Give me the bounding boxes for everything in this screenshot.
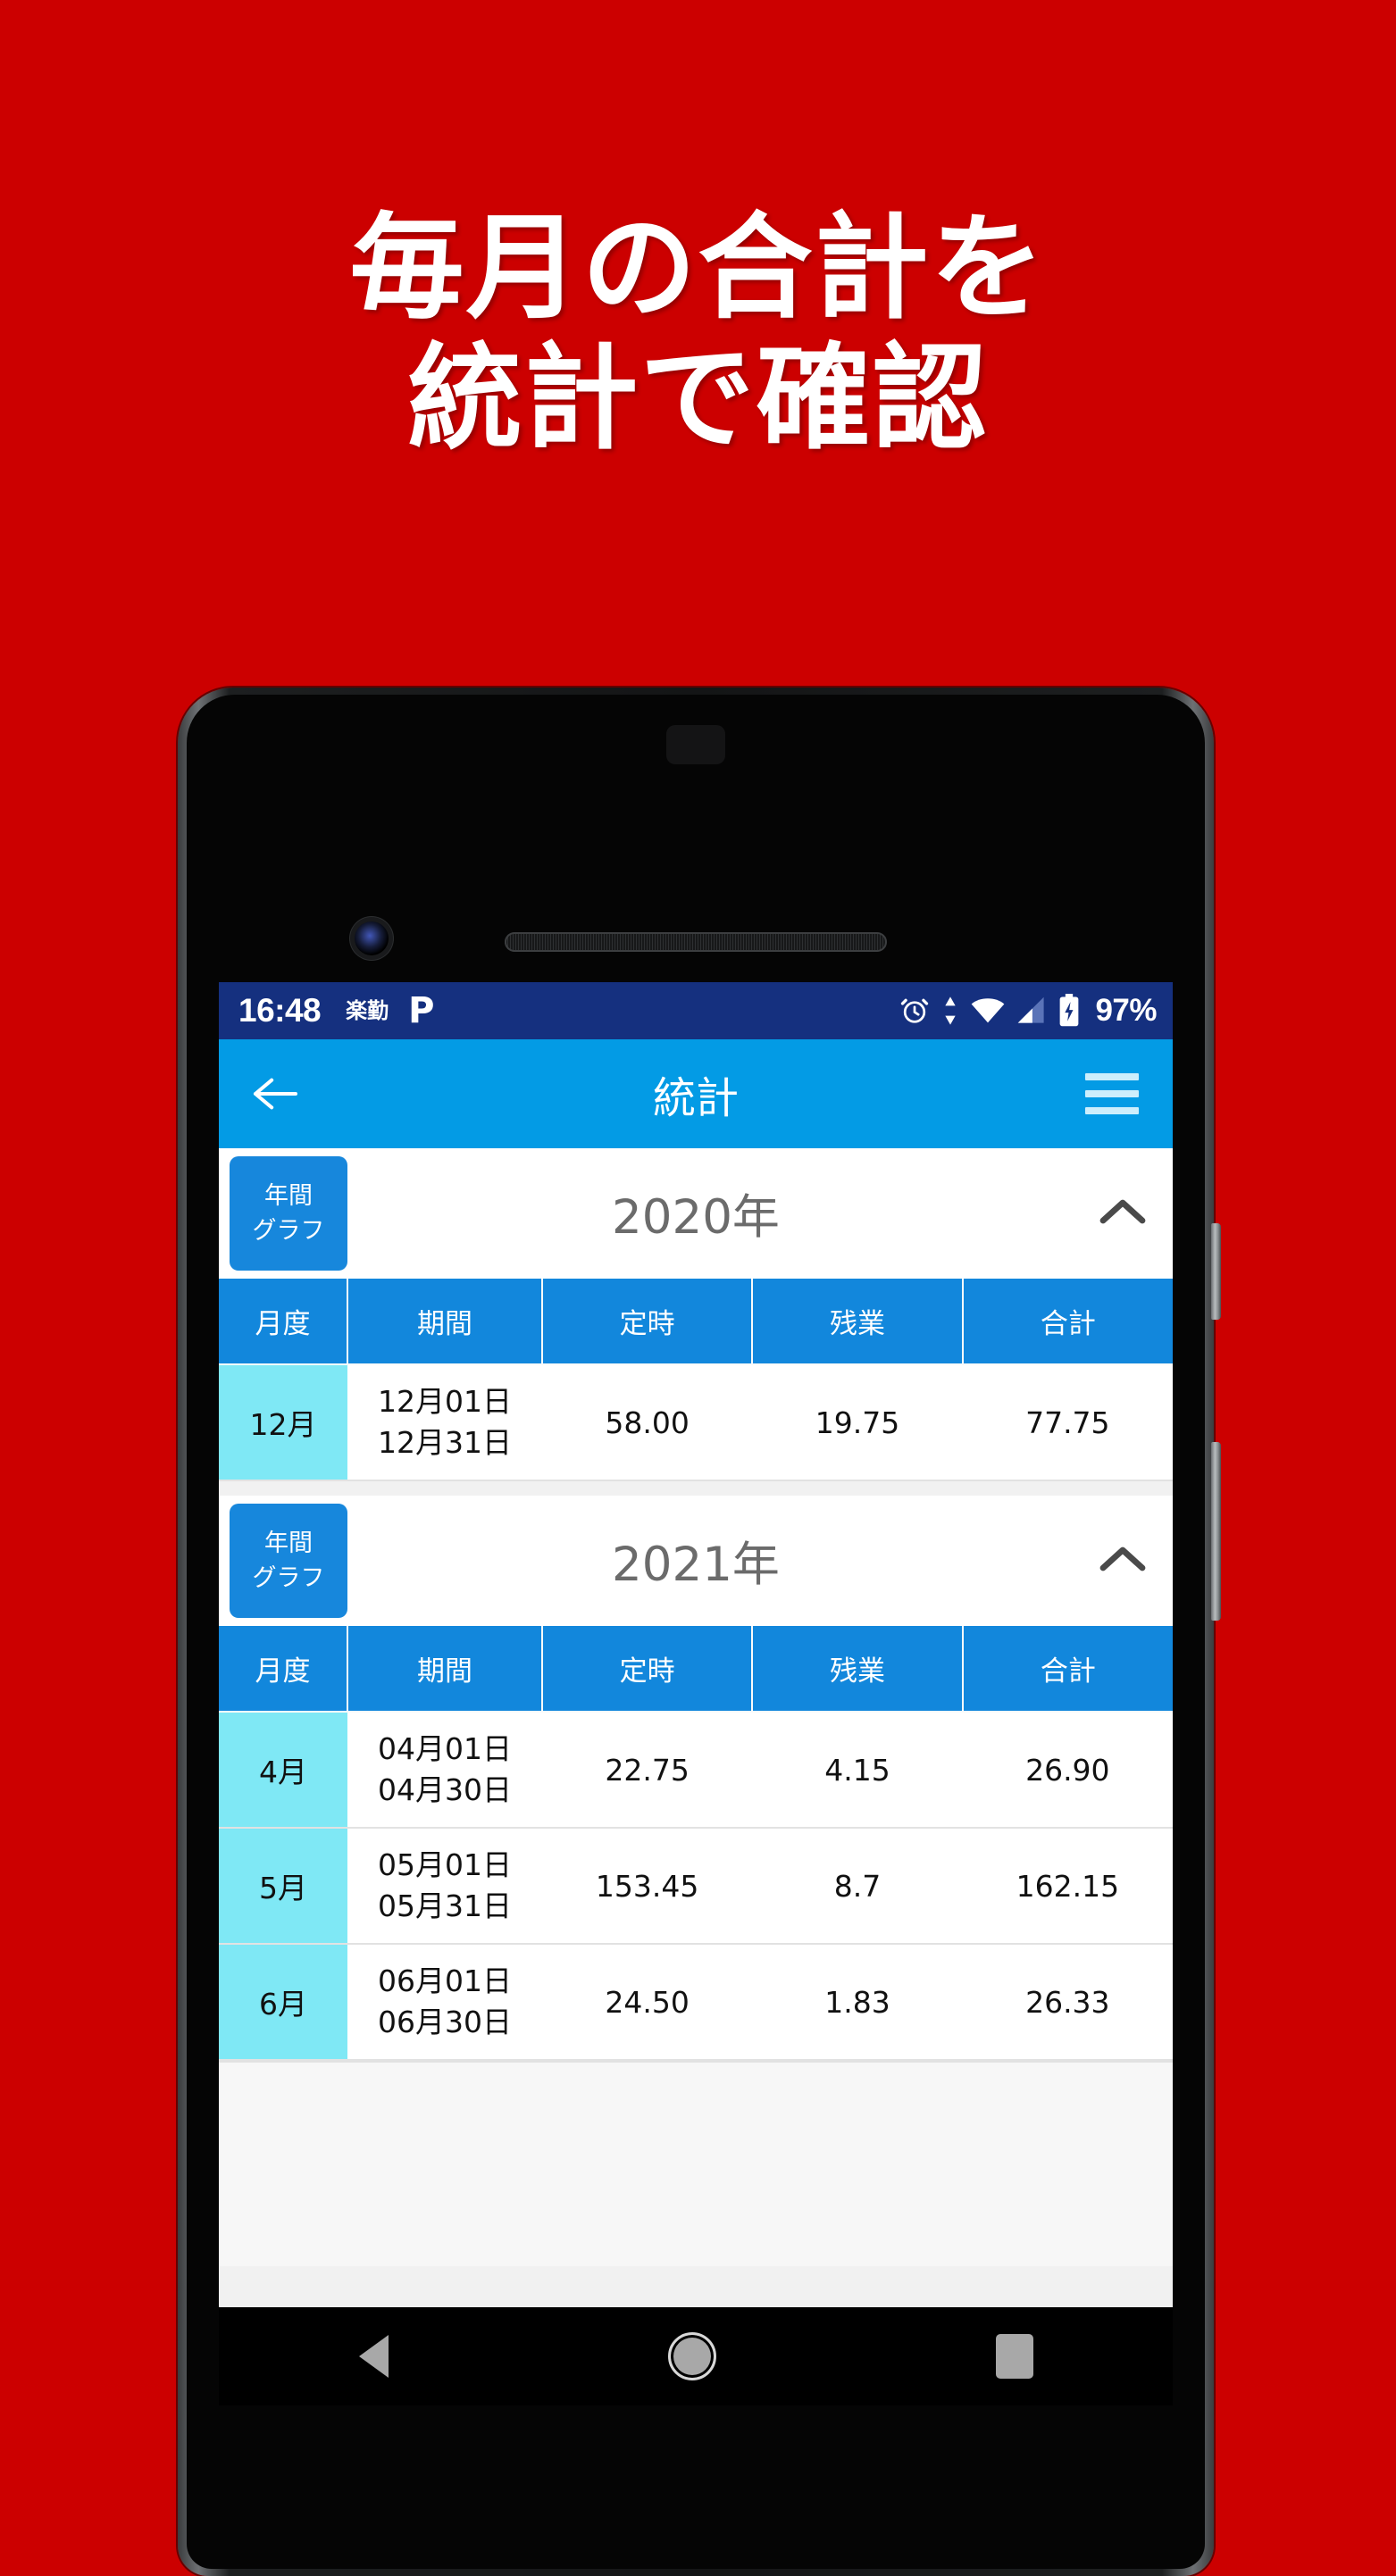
cell-overtime: 19.75 — [752, 1364, 963, 1481]
battery-percentage: 97% — [1095, 993, 1157, 1028]
cell-period-start: 05月01日 — [378, 1847, 512, 1883]
status-bar-notification-icons: 楽勤 P — [346, 993, 434, 1029]
parking-icon: P — [408, 990, 435, 1031]
cell-regular: 22.75 — [542, 1712, 753, 1829]
cell-period-end: 05月31日 — [378, 1888, 512, 1923]
column-header-month: 月度 — [219, 1279, 348, 1365]
section-divider — [219, 1481, 1173, 1496]
cell-month: 6月 — [219, 1944, 347, 2061]
annual-graph-button-line1: 年間 — [264, 1529, 313, 1557]
nav-back-triangle-icon[interactable] — [358, 2335, 389, 2378]
cell-period: 12月01日 12月31日 — [347, 1364, 542, 1481]
cell-total: 162.15 — [962, 1828, 1173, 1945]
volume-button[interactable] — [1211, 1442, 1221, 1621]
chevron-up-icon[interactable] — [1096, 1541, 1149, 1581]
cell-period-end: 12月31日 — [378, 1425, 512, 1460]
column-header-total: 合計 — [962, 1279, 1173, 1365]
cell-period-start: 06月01日 — [378, 1963, 512, 1999]
hamburger-menu-icon[interactable] — [1082, 1066, 1142, 1121]
statistics-table-2021: 月度 期間 定時 残業 合計 4月 04月01日 04月30日 22.75 4.… — [219, 1626, 1173, 2061]
page-title: 統計 — [652, 1073, 739, 1123]
year-section-header[interactable]: 年間 グラフ 2020年 — [219, 1148, 1173, 1279]
back-button[interactable] — [249, 1073, 312, 1114]
cell-overtime: 8.7 — [752, 1828, 963, 1945]
table-row[interactable]: 4月 04月01日 04月30日 22.75 4.15 26.90 — [219, 1712, 1173, 1829]
year-label: 2020年 — [612, 1190, 780, 1245]
table-header-row: 月度 期間 定時 残業 合計 — [219, 1626, 1173, 1713]
chevron-up-icon[interactable] — [1096, 1194, 1149, 1234]
column-header-overtime: 残業 — [752, 1279, 964, 1365]
wifi-icon — [972, 998, 1005, 1023]
year-section-header[interactable]: 年間 グラフ 2021年 — [219, 1496, 1173, 1626]
column-header-regular: 定時 — [542, 1626, 754, 1713]
statistics-content[interactable]: 年間 グラフ 2020年 月度 期間 定時 残業 合計 12月 12月01日 1… — [219, 1148, 1173, 2307]
annual-graph-button-line2: グラフ — [252, 1217, 325, 1245]
arrow-left-icon — [253, 1078, 298, 1110]
app-notification-icon: 楽勤 — [346, 998, 389, 1023]
column-header-period: 期間 — [347, 1626, 543, 1713]
statistics-table-2020: 月度 期間 定時 残業 合計 12月 12月01日 12月31日 58.00 1… — [219, 1279, 1173, 1481]
annual-graph-button-line1: 年間 — [264, 1181, 313, 1210]
phone-mockup: 16:48 楽勤 P 97% 統計 年間 グラフ 2020年 月度 期間 定時 … — [178, 688, 1221, 2576]
cell-period-end: 04月30日 — [378, 1772, 512, 1807]
cell-regular: 58.00 — [542, 1364, 753, 1481]
status-bar-system-icons: 97% — [899, 993, 1157, 1029]
table-row[interactable]: 5月 05月01日 05月31日 153.45 8.7 162.15 — [219, 1828, 1173, 1945]
year-label: 2021年 — [612, 1538, 780, 1592]
column-header-period: 期間 — [347, 1279, 543, 1365]
table-row[interactable]: 12月 12月01日 12月31日 58.00 19.75 77.75 — [219, 1364, 1173, 1481]
table-header-row: 月度 期間 定時 残業 合計 — [219, 1279, 1173, 1365]
annual-graph-button-line2: グラフ — [252, 1564, 325, 1592]
cell-month: 12月 — [219, 1364, 347, 1481]
cell-period-end: 06月30日 — [378, 2005, 512, 2039]
column-header-total: 合計 — [962, 1626, 1173, 1713]
earpiece-speaker — [505, 932, 887, 952]
data-transfer-icon — [945, 996, 957, 1025]
promo-headline-line1: 毎月の合計を — [349, 202, 1047, 335]
status-bar: 16:48 楽勤 P 97% — [219, 982, 1173, 1039]
cell-total: 26.90 — [962, 1712, 1173, 1829]
nav-home-circle-icon[interactable] — [667, 2332, 716, 2380]
status-bar-clock: 16:48 — [238, 992, 322, 1029]
nav-recents-square-icon[interactable] — [995, 2334, 1033, 2379]
phone-screen: 16:48 楽勤 P 97% 統計 年間 グラフ 2020年 月度 期間 定時 … — [219, 982, 1173, 2307]
table-row[interactable]: 6月 06月01日 06月30日 24.50 1.83 26.33 — [219, 1944, 1173, 2061]
promo-headline-line2: 統計で確認 — [407, 331, 989, 465]
cell-period-start: 12月01日 — [378, 1384, 512, 1420]
empty-list-area — [219, 2061, 1173, 2266]
cell-total: 77.75 — [962, 1364, 1173, 1481]
cell-period: 06月01日 06月30日 — [347, 1944, 542, 2061]
app-bar: 統計 — [219, 1039, 1173, 1148]
column-header-overtime: 残業 — [752, 1626, 964, 1713]
cell-total: 26.33 — [962, 1944, 1173, 2061]
power-button[interactable] — [1211, 1223, 1221, 1320]
cell-overtime: 4.15 — [752, 1712, 963, 1829]
annual-graph-button[interactable]: 年間 グラフ — [230, 1156, 347, 1271]
cell-overtime: 1.83 — [752, 1944, 963, 2061]
sensor-notch — [666, 725, 725, 764]
cell-period: 04月01日 04月30日 — [347, 1712, 542, 1829]
cell-period: 05月01日 05月31日 — [347, 1828, 542, 1945]
annual-graph-button[interactable]: 年間 グラフ — [230, 1504, 347, 1618]
battery-charging-icon — [1060, 994, 1079, 1027]
cell-month: 4月 — [219, 1712, 347, 1829]
column-header-month: 月度 — [219, 1626, 348, 1713]
column-header-regular: 定時 — [542, 1279, 754, 1365]
alarm-icon — [901, 998, 929, 1023]
cell-month: 5月 — [219, 1828, 347, 1945]
promo-headline: 毎月の合計を 統計で確認 — [0, 204, 1396, 464]
cell-regular: 153.45 — [542, 1828, 753, 1945]
signal-icon — [1018, 996, 1045, 1023]
android-navigation-bar — [219, 2307, 1173, 2405]
cell-period-start: 04月01日 — [378, 1731, 512, 1767]
front-camera-icon — [355, 921, 389, 955]
cell-regular: 24.50 — [542, 1944, 753, 2061]
